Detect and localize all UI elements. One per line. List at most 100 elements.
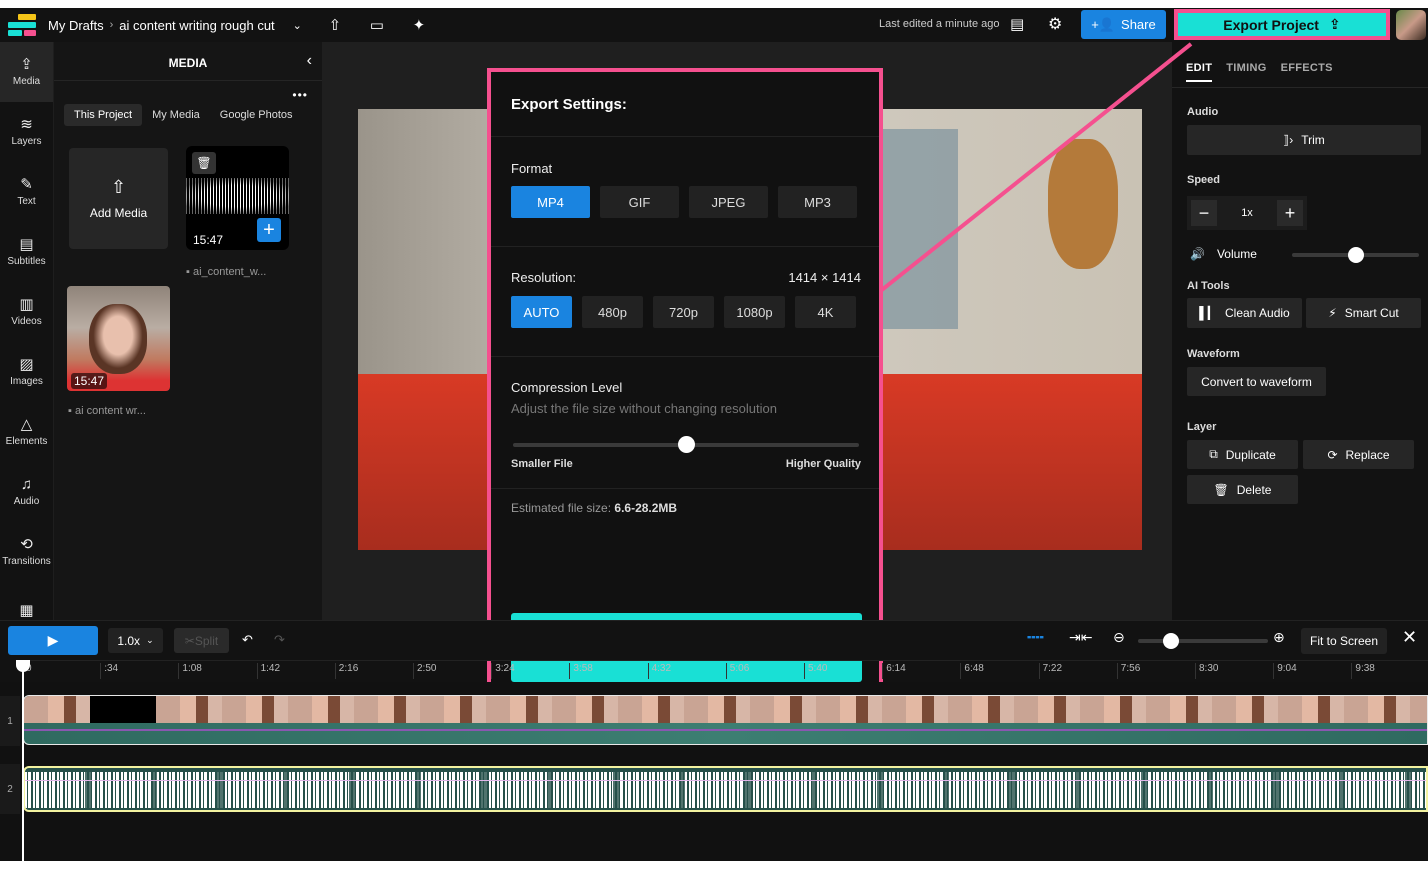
format-option-mp3[interactable]: MP3 — [778, 186, 857, 218]
snap-magnet-icon[interactable]: ╍╍ — [1027, 629, 1044, 646]
zoom-in-icon[interactable]: ⊕ — [1273, 629, 1285, 646]
add-person-icon: +👤 — [1091, 16, 1116, 32]
media-filename: ▪ ai_content_w... — [186, 266, 266, 278]
playback-speed-dropdown[interactable]: 1.0x ⌄ — [108, 628, 163, 653]
volume-envelope-line[interactable] — [25, 780, 1426, 781]
speed-decrease-button[interactable]: − — [1191, 200, 1217, 226]
playhead[interactable] — [16, 660, 30, 869]
settings-gear-icon[interactable]: ⚙ — [1048, 14, 1062, 34]
audio-section-label: Audio — [1187, 106, 1219, 118]
resolution-option-720p[interactable]: 720p — [653, 296, 714, 328]
more-options-icon[interactable]: ••• — [292, 88, 308, 102]
convert-to-waveform-button[interactable]: Convert to waveform — [1187, 367, 1326, 396]
breadcrumb: My Drafts › ai content writing rough cut… — [48, 18, 302, 33]
tab-timing[interactable]: TIMING — [1226, 62, 1266, 82]
add-to-timeline-plus-icon[interactable]: + — [257, 218, 281, 242]
delete-trash-icon[interactable]: 🗑 — [192, 152, 216, 174]
trim-button[interactable]: ⟧› Trim — [1187, 125, 1421, 155]
speed-increase-button[interactable]: + — [1277, 200, 1303, 226]
sidebar-item-videos[interactable]: ▥ Videos — [0, 282, 53, 342]
trim-label: Trim — [1301, 133, 1325, 147]
tab-google-photos[interactable]: Google Photos — [210, 104, 303, 126]
sidebar-item-images[interactable]: ▨ Images — [0, 342, 53, 402]
breadcrumb-my-drafts[interactable]: My Drafts — [48, 18, 104, 33]
shapes-icon: △ — [20, 416, 33, 433]
compression-slider[interactable] — [513, 436, 859, 453]
estimated-file-size-value: 6.6-28.2MB — [614, 501, 678, 515]
video-clip[interactable] — [23, 695, 1428, 745]
resolution-option-4k[interactable]: 4K — [795, 296, 856, 328]
timeline-tick-label: 9:04 — [1273, 663, 1297, 679]
user-avatar[interactable] — [1396, 10, 1426, 40]
sidebar-item-subtitles[interactable]: ▤ Subtitles — [0, 222, 53, 282]
resolution-option-1080p[interactable]: 1080p — [724, 296, 785, 328]
tab-effects[interactable]: EFFECTS — [1281, 62, 1333, 82]
sidebar-item-layers[interactable]: ≋ Layers — [0, 102, 53, 162]
sidebar-item-label: Layers — [11, 136, 42, 147]
project-title[interactable]: ai content writing rough cut — [119, 18, 274, 33]
smart-cut-button[interactable]: ⚡ Smart Cut — [1306, 298, 1421, 328]
fit-width-icon[interactable]: ⇥⇤ — [1069, 629, 1092, 646]
speaker-icon: 🔊 — [1190, 247, 1205, 261]
wall-picture — [878, 129, 958, 329]
media-panel: MEDIA ‹ ••• This Project My Media Google… — [54, 42, 322, 620]
sidebar-item-elements[interactable]: △ Elements — [0, 402, 53, 462]
media-item-video[interactable]: 15:47 — [67, 286, 170, 391]
close-timeline-icon[interactable]: ✕ — [1402, 627, 1417, 648]
media-item-audio[interactable]: 🗑 + 15:47 — [186, 146, 289, 250]
compression-level-label: Compression Level — [511, 380, 623, 395]
audio-clip[interactable] — [23, 766, 1428, 812]
share-button[interactable]: +👤 Share — [1081, 10, 1166, 39]
chevron-down-icon[interactable]: ⌄ — [293, 19, 302, 32]
timeline-zoom-slider-handle[interactable] — [1162, 633, 1179, 649]
compression-slider-handle[interactable] — [678, 436, 695, 453]
clean-audio-button[interactable]: ▌▎ Clean Audio — [1187, 298, 1302, 328]
format-option-mp4[interactable]: MP4 — [511, 186, 590, 218]
volume-slider[interactable] — [1292, 247, 1419, 263]
format-option-jpeg[interactable]: JPEG — [689, 186, 768, 218]
format-option-gif[interactable]: GIF — [600, 186, 679, 218]
play-button[interactable]: ▶ — [8, 626, 98, 655]
fit-to-screen-button[interactable]: Fit to Screen — [1301, 628, 1387, 654]
timeline-tick-label: 7:22 — [1038, 663, 1062, 679]
app-logo-icon[interactable] — [8, 14, 38, 36]
volume-row: 🔊 Volume — [1190, 247, 1257, 261]
comments-icon[interactable]: ▤ — [1010, 15, 1024, 33]
sidebar-item-media[interactable]: ⇪ Media — [0, 42, 53, 102]
share-label: Share — [1121, 17, 1156, 32]
delete-button[interactable]: 🗑 Delete — [1187, 475, 1298, 504]
audio-waveform-thumbnail — [186, 178, 289, 214]
sidebar-item-text[interactable]: ✎ Text — [0, 162, 53, 222]
resolution-option-480p[interactable]: 480p — [582, 296, 643, 328]
sidebar-item-transitions[interactable]: ⟲ Transitions — [0, 522, 53, 582]
export-project-button[interactable]: Export Project ⇪ — [1174, 9, 1390, 40]
tab-this-project[interactable]: This Project — [64, 104, 143, 126]
upload-icon[interactable]: ⇧ — [326, 16, 344, 34]
transitions-icon: ⟲ — [20, 536, 33, 553]
replace-button[interactable]: ⟳ Replace — [1303, 440, 1414, 469]
duplicate-button[interactable]: ⧉ Duplicate — [1187, 440, 1298, 469]
resolution-option-auto[interactable]: AUTO — [511, 296, 572, 328]
timeline-tick-label: 6:48 — [960, 663, 984, 679]
tab-my-media[interactable]: My Media — [142, 104, 210, 126]
timeline-ruler[interactable]: 0:341:081:422:162:503:243:584:325:065:40… — [22, 660, 1428, 682]
timeline-zoom-slider[interactable] — [1138, 633, 1268, 649]
collapse-panel-icon[interactable]: ‹ — [307, 52, 312, 70]
layers-icon: ≋ — [20, 116, 33, 133]
split-button[interactable]: ✂ Split — [174, 628, 229, 653]
magic-sparkle-icon[interactable]: ✦ — [410, 16, 428, 34]
redo-icon[interactable]: ↷ — [274, 632, 285, 648]
volume-envelope-line[interactable] — [24, 729, 1427, 731]
undo-icon[interactable]: ↶ — [242, 632, 253, 648]
subtitles-icon[interactable]: ▭ — [368, 16, 386, 34]
tab-edit[interactable]: EDIT — [1186, 62, 1213, 82]
audio-waveform — [25, 772, 1426, 808]
sidebar-item-audio[interactable]: ♫ Audio — [0, 462, 53, 522]
resolution-value: 1414 × 1414 — [788, 270, 861, 285]
zoom-out-icon[interactable]: ⊖ — [1113, 629, 1125, 646]
add-media-button[interactable]: ⇧ Add Media — [69, 148, 168, 249]
file-icon: ▪ — [68, 405, 75, 417]
volume-slider-handle[interactable] — [1347, 247, 1364, 263]
playback-speed-value: 1.0x — [117, 633, 141, 648]
media-filename: ▪ ai content wr... — [68, 405, 146, 417]
